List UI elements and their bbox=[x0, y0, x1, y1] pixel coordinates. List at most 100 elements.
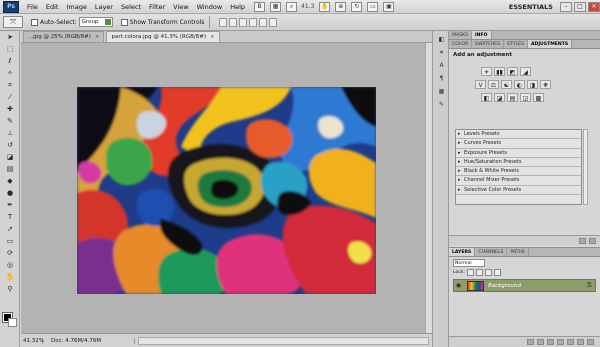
curves-icon[interactable]: ◩ bbox=[507, 67, 518, 76]
tab-adjustments[interactable]: ADJUSTMENTS bbox=[527, 40, 573, 48]
eyedropper-tool-icon[interactable]: ⁄ bbox=[2, 92, 18, 103]
type-tool-icon[interactable]: T bbox=[2, 212, 18, 223]
blur-tool-icon[interactable]: ◆ bbox=[2, 176, 18, 187]
delete-layer-icon[interactable] bbox=[587, 339, 594, 345]
expand-view-icon[interactable] bbox=[589, 237, 596, 244]
rotate-view-icon[interactable]: ↻ bbox=[351, 1, 363, 12]
vibrance-icon[interactable]: V bbox=[475, 80, 486, 89]
menu-image[interactable]: Image bbox=[62, 3, 90, 11]
align-vcenter-icon[interactable] bbox=[229, 17, 238, 27]
status-doc-size[interactable]: Doc: 4.76M/4.76M bbox=[43, 337, 135, 344]
link-layers-icon[interactable] bbox=[527, 339, 534, 345]
document-tab-2[interactable]: part.colora.jpg @ 41.3% (RGB/8#) × bbox=[106, 31, 220, 42]
zoom-tool-icon[interactable]: ⚲ bbox=[2, 284, 18, 295]
invert-icon[interactable]: ◧ bbox=[481, 93, 492, 102]
align-right-icon[interactable] bbox=[269, 17, 278, 27]
3d-rotate-tool-icon[interactable]: ⟳ bbox=[2, 248, 18, 259]
tab-layers[interactable]: LAYERS bbox=[449, 248, 476, 256]
mini-bridge-icon[interactable]: ▦ bbox=[270, 1, 282, 12]
history-panel-icon[interactable]: ◧ bbox=[436, 35, 447, 44]
align-top-icon[interactable] bbox=[219, 17, 228, 27]
selective-color-icon[interactable]: ▩ bbox=[533, 93, 544, 102]
align-left-icon[interactable] bbox=[249, 17, 258, 27]
blend-mode-dropdown[interactable]: Normal bbox=[453, 259, 485, 267]
menu-view[interactable]: View bbox=[169, 3, 192, 11]
hand-tool-icon[interactable]: ✋ bbox=[2, 272, 18, 283]
clone-stamp-tool-icon[interactable]: ⊥ bbox=[2, 128, 18, 139]
hue-saturation-icon[interactable]: ⚖ bbox=[488, 80, 499, 89]
threshold-icon[interactable]: ▤ bbox=[507, 93, 518, 102]
dodge-tool-icon[interactable]: ● bbox=[2, 188, 18, 199]
character-panel-icon[interactable]: A bbox=[436, 61, 447, 70]
pen-tool-icon[interactable]: ✒ bbox=[2, 200, 18, 211]
show-transform-checkbox[interactable] bbox=[120, 18, 128, 26]
menu-window[interactable]: Window bbox=[193, 3, 227, 11]
menu-filter[interactable]: Filter bbox=[145, 3, 169, 11]
auto-select-checkbox[interactable] bbox=[31, 18, 38, 26]
canvas[interactable] bbox=[21, 43, 425, 333]
minimize-button[interactable]: – bbox=[560, 2, 572, 12]
tab-masks[interactable]: MASKS bbox=[449, 31, 472, 39]
lock-position-icon[interactable] bbox=[485, 269, 493, 276]
preset-hue-saturation[interactable]: Hue/Saturation Presets bbox=[456, 158, 581, 168]
layer-name[interactable]: Background bbox=[488, 283, 587, 289]
photo-filter-icon[interactable]: ◨ bbox=[527, 80, 538, 89]
exposure-icon[interactable]: ◢ bbox=[520, 67, 531, 76]
zoom-level-value[interactable]: 41.3 bbox=[301, 3, 314, 10]
healing-brush-tool-icon[interactable]: ✚ bbox=[2, 104, 18, 115]
tab-styles[interactable]: STYLES bbox=[504, 40, 528, 48]
preset-black-white[interactable]: Black & White Presets bbox=[456, 167, 581, 177]
navigator-panel-icon[interactable]: ⌗ bbox=[436, 48, 447, 57]
brightness-contrast-icon[interactable]: ☀ bbox=[481, 67, 492, 76]
zoom-tool-icon[interactable]: ⊕ bbox=[335, 1, 347, 12]
layer-style-icon[interactable] bbox=[537, 339, 544, 345]
shape-tool-icon[interactable]: ▭ bbox=[2, 236, 18, 247]
channel-mixer-icon[interactable]: ❋ bbox=[540, 80, 551, 89]
history-brush-tool-icon[interactable]: ↺ bbox=[2, 140, 18, 151]
screen-mode-icon[interactable]: ▣ bbox=[383, 1, 395, 12]
workspace-switcher[interactable]: ESSENTIALS bbox=[504, 3, 558, 11]
tab-info[interactable]: INFO bbox=[471, 31, 492, 39]
color-balance-icon[interactable]: ☯ bbox=[501, 80, 512, 89]
posterize-icon[interactable]: ◪ bbox=[494, 93, 505, 102]
add-mask-icon[interactable] bbox=[547, 339, 554, 345]
new-adjustment-layer-icon[interactable] bbox=[557, 339, 564, 345]
visibility-eye-icon[interactable]: ◉ bbox=[454, 282, 463, 289]
preset-selective-color[interactable]: Selective Color Presets bbox=[456, 186, 581, 196]
auto-select-dropdown[interactable]: Group bbox=[78, 17, 113, 27]
bridge-icon[interactable]: B bbox=[254, 1, 266, 12]
return-to-list-icon[interactable] bbox=[579, 237, 586, 244]
status-zoom[interactable]: 41.32% bbox=[21, 337, 44, 344]
levels-icon[interactable]: ▮▮ bbox=[494, 67, 505, 76]
gradient-map-icon[interactable]: ◲ bbox=[520, 93, 531, 102]
menu-select[interactable]: Select bbox=[117, 3, 145, 11]
preset-levels[interactable]: Levels Presets bbox=[456, 130, 581, 140]
marquee-tool-icon[interactable]: ⬚ bbox=[2, 44, 18, 55]
layer-row[interactable]: ◉ Background ⚿ bbox=[453, 279, 596, 292]
paragraph-panel-icon[interactable]: ¶ bbox=[436, 74, 447, 83]
eraser-tool-icon[interactable]: ◪ bbox=[2, 152, 18, 163]
document-tab-1[interactable]: ...jpg @ 25% (RGB/8#) × bbox=[23, 31, 105, 42]
brush-presets-panel-icon[interactable]: ▦ bbox=[436, 87, 447, 96]
tab-color[interactable]: COLOR bbox=[449, 40, 473, 48]
black-white-icon[interactable]: ◐ bbox=[514, 80, 525, 89]
preset-exposure[interactable]: Exposure Presets bbox=[456, 149, 581, 158]
vertical-scrollbar[interactable] bbox=[425, 43, 432, 333]
quick-select-tool-icon[interactable]: ✧ bbox=[2, 68, 18, 79]
align-hcenter-icon[interactable] bbox=[259, 17, 268, 27]
presets-scrollbar[interactable] bbox=[583, 129, 588, 205]
close-tab-icon[interactable]: × bbox=[210, 34, 215, 40]
zoom-level-icon[interactable]: ⌕ bbox=[286, 1, 298, 12]
arrange-documents-icon[interactable]: ▭ bbox=[367, 1, 379, 12]
align-bottom-icon[interactable] bbox=[239, 17, 248, 27]
3d-camera-tool-icon[interactable]: ◎ bbox=[2, 260, 18, 271]
background-color-swatch[interactable] bbox=[8, 318, 17, 327]
new-layer-icon[interactable] bbox=[577, 339, 584, 345]
lock-transparent-icon[interactable] bbox=[467, 269, 475, 276]
preset-channel-mixer[interactable]: Channel Mixer Presets bbox=[456, 176, 581, 186]
move-tool-icon[interactable]: ➤ bbox=[2, 32, 18, 43]
tab-paths[interactable]: PATHS bbox=[507, 248, 529, 256]
horizontal-scrollbar[interactable] bbox=[138, 336, 429, 345]
lock-image-icon[interactable] bbox=[476, 269, 484, 276]
tab-swatches[interactable]: SWATCHES bbox=[472, 40, 505, 48]
